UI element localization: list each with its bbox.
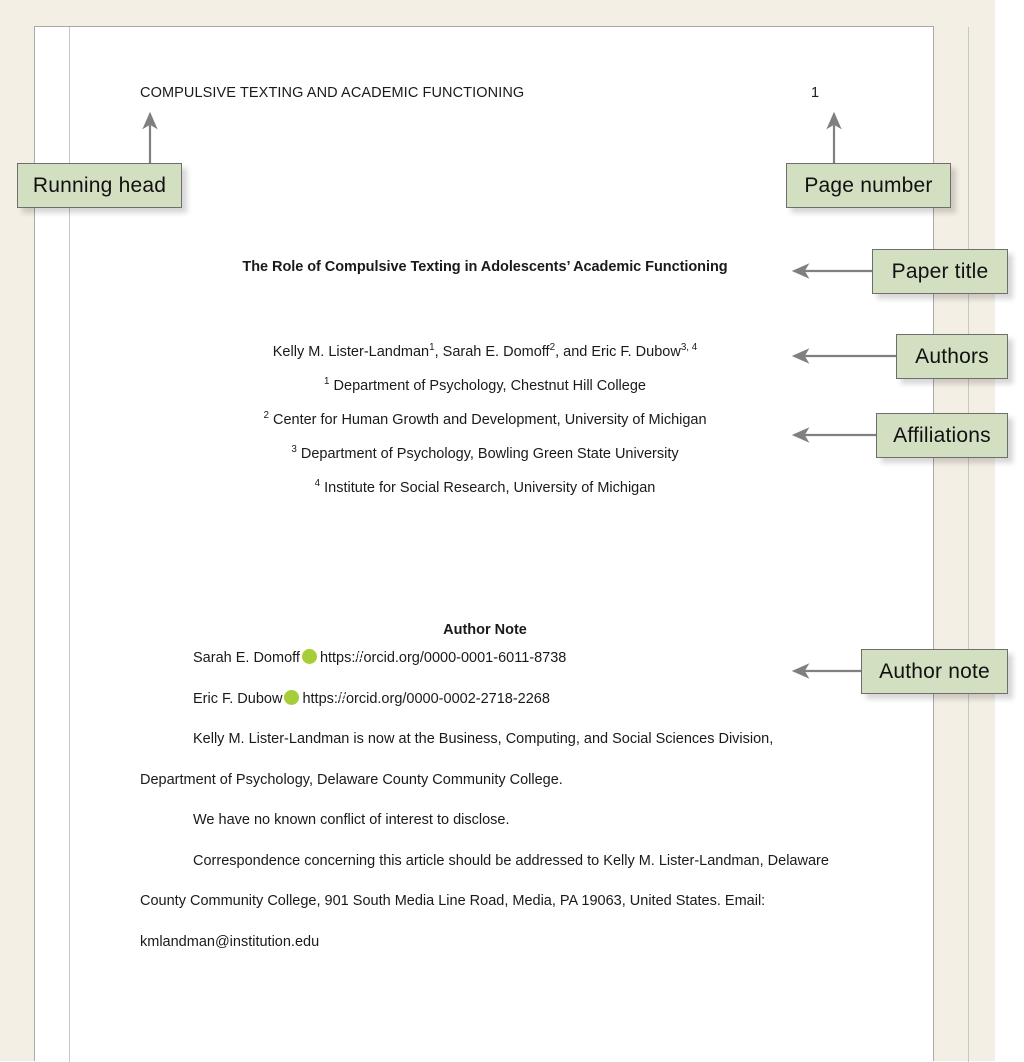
callout-affiliations[interactable]: Affiliations [876, 413, 1008, 458]
callout-author-note[interactable]: Author note [861, 649, 1008, 694]
author-separator-1: , [434, 344, 443, 360]
callout-authors[interactable]: Authors [896, 334, 1008, 379]
authors-byline: Kelly M. Lister-Landman1, Sarah E. Domof… [140, 342, 830, 360]
right-margin-rule [968, 27, 969, 1062]
callout-affiliations-label: Affiliations [893, 423, 991, 447]
callout-running-head-label: Running head [32, 173, 167, 197]
author-3-name: Eric F. Dubow [591, 344, 681, 360]
author-note-correspondence-paragraph: Correspondence concerning this article s… [140, 852, 829, 950]
callout-running-head[interactable]: Running head [17, 163, 182, 208]
orcid-line-domoff: Sarah E. Domoffhttps://orcid.org/0000-00… [140, 638, 830, 679]
author-1-name: Kelly M. Lister-Landman [272, 344, 430, 360]
callout-page-number-label: Page number [804, 173, 933, 197]
author-3-affiliation-marker: 3, 4 [680, 342, 698, 354]
document-body: The Role of Compulsive Texting in Adoles… [140, 259, 830, 962]
affiliation-line-2: 2 Center for Human Growth and Developmen… [140, 411, 830, 428]
author-note-conflict-paragraph: We have no known conflict of interest to… [193, 812, 510, 828]
orcid-line-dubow: Eric F. Dubowhttps://orcid.org/0000-0002… [140, 679, 830, 720]
author-separator-2: , and [555, 344, 592, 360]
affiliation-line-1: 1 Department of Psychology, Chestnut Hil… [140, 377, 830, 394]
affiliation-4-text: Institute for Social Research, Universit… [320, 480, 656, 496]
callout-page-number[interactable]: Page number [786, 163, 951, 208]
callout-paper-title[interactable]: Paper title [872, 249, 1008, 294]
author-2-name: Sarah E. Domoff [442, 344, 550, 360]
author-note-heading: Author Note [443, 622, 527, 638]
affiliation-line-4: 4 Institute for Social Research, Univers… [140, 479, 830, 496]
orcid-author-2-name: Eric F. Dubow [193, 690, 283, 707]
orcid-id-icon [301, 649, 317, 664]
orcid-author-1-name: Sarah E. Domoff [193, 650, 300, 666]
paper-title-text: The Role of Compulsive Texting in Adoles… [242, 259, 728, 275]
screenshot-canvas: COMPULSIVE TEXTING AND ACADEMIC FUNCTION… [0, 0, 1024, 1062]
affiliation-line-3: 3 Department of Psychology, Bowling Gree… [140, 445, 830, 462]
affiliation-2-text: Center for Human Growth and Development,… [268, 412, 707, 428]
author-note-affiliation-change-paragraph: Kelly M. Lister-Landman is now at the Bu… [140, 731, 774, 788]
callout-paper-title-label: Paper title [891, 259, 989, 283]
page-number-text: 1 [810, 85, 820, 101]
affiliation-1-text: Department of Psychology, Chestnut Hill … [329, 378, 646, 394]
callout-authors-label: Authors [915, 344, 989, 368]
affiliation-3-text: Department of Psychology, Bowling Green … [296, 446, 679, 462]
callout-author-note-label: Author note [879, 659, 990, 683]
running-head-text: COMPULSIVE TEXTING AND ACADEMIC FUNCTION… [140, 85, 525, 101]
orcid-id-icon [284, 689, 300, 705]
